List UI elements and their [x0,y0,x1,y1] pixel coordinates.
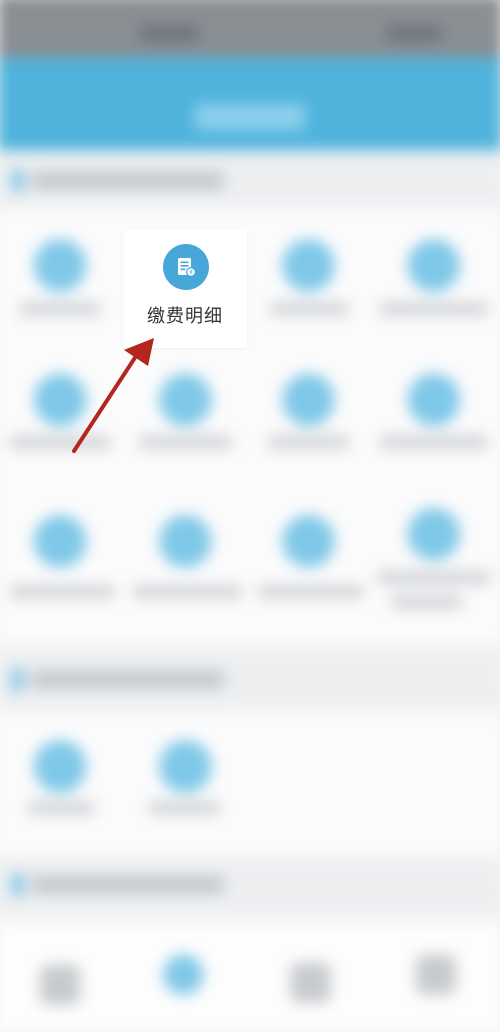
section-title [31,875,224,894]
service-label [258,584,364,599]
service-label [9,435,111,450]
service-icon[interactable] [33,373,87,427]
section-marker [11,873,24,896]
bill-details-icon: ¥ [163,244,209,290]
service-icon[interactable] [159,740,212,793]
status-time [138,25,200,42]
status-indicators [386,25,442,42]
section-marker [11,668,24,691]
nav-services-icon[interactable] [163,954,204,995]
service-label [27,800,95,815]
section-marker [11,169,24,192]
service-label [377,570,491,585]
service-label [379,301,489,317]
service-icon[interactable] [407,373,461,427]
service-label [9,584,115,599]
service-icon[interactable] [407,239,461,292]
service-label [270,301,349,317]
bill-details-label: 缴费明细 [147,306,223,327]
service-label [138,435,232,450]
service-icon[interactable] [33,515,87,568]
service-icon[interactable] [33,239,87,292]
section-title [31,670,224,689]
service-label [132,584,242,599]
service-icon[interactable] [282,373,335,427]
bill-details-button[interactable]: ¥ 缴费明细 [123,230,247,348]
page-title [194,103,306,131]
service-icon[interactable] [282,239,335,292]
service-label [391,594,463,609]
nav-home-icon[interactable] [39,964,81,1005]
service-icon[interactable] [282,515,335,568]
section-title [31,171,224,190]
nav-messages-icon[interactable] [290,962,331,1003]
blurred-background [0,0,500,1032]
service-icon[interactable] [159,515,212,568]
service-label [19,301,101,317]
service-label [268,435,349,450]
service-label [379,435,489,450]
service-icon[interactable] [33,740,87,793]
nav-profile-icon[interactable] [415,954,457,995]
service-icon[interactable] [407,507,461,561]
bottom-nav [0,924,500,1032]
status-bar [0,0,500,58]
service-icon[interactable] [159,373,212,427]
svg-text:¥: ¥ [189,269,193,276]
service-label [149,800,220,815]
